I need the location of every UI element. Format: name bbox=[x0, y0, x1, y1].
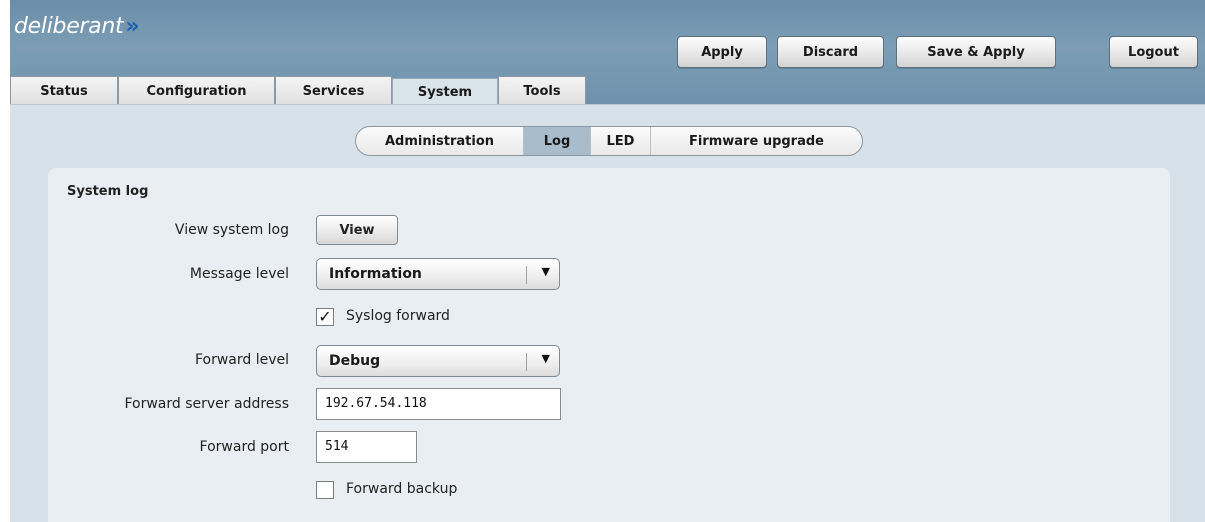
tab-system[interactable]: System bbox=[392, 78, 498, 106]
section-title: System log bbox=[67, 184, 149, 199]
syslog-forward-label: Syslog forward bbox=[346, 308, 450, 324]
message-level-select[interactable]: Information ▼ bbox=[316, 258, 560, 290]
tab-status[interactable]: Status bbox=[10, 76, 118, 105]
forward-server-input[interactable]: 192.67.54.118 bbox=[316, 388, 561, 420]
subtab-led[interactable]: LED bbox=[591, 127, 651, 155]
brand-logo: deliberant» bbox=[14, 14, 140, 39]
save-apply-button[interactable]: Save & Apply bbox=[896, 36, 1056, 68]
forward-backup-label: Forward backup bbox=[346, 481, 458, 497]
forward-level-select[interactable]: Debug ▼ bbox=[316, 345, 560, 377]
forward-level-value: Debug bbox=[329, 353, 381, 369]
subtab-administration[interactable]: Administration bbox=[356, 127, 524, 155]
select-separator bbox=[526, 353, 527, 371]
tab-services[interactable]: Services bbox=[275, 76, 392, 105]
view-log-label: View system log bbox=[174, 222, 289, 238]
tab-configuration[interactable]: Configuration bbox=[118, 76, 275, 105]
forward-level-label: Forward level bbox=[194, 352, 289, 368]
select-separator bbox=[526, 266, 527, 284]
discard-button[interactable]: Discard bbox=[777, 36, 884, 68]
brand-name: deliberant bbox=[14, 14, 124, 39]
forward-backup-checkbox[interactable] bbox=[316, 481, 334, 499]
message-level-label: Message level bbox=[189, 266, 289, 282]
brand-mark-icon: » bbox=[125, 14, 140, 39]
subtab-log[interactable]: Log bbox=[524, 127, 591, 155]
view-log-button[interactable]: View bbox=[316, 215, 398, 245]
forward-port-input[interactable]: 514 bbox=[316, 431, 417, 463]
forward-server-label: Forward server address bbox=[124, 396, 289, 412]
logout-button[interactable]: Logout bbox=[1109, 36, 1198, 68]
dropdown-arrow-icon: ▼ bbox=[541, 352, 550, 365]
sub-navigation: Administration Log LED Firmware upgrade bbox=[355, 126, 863, 156]
message-level-value: Information bbox=[329, 266, 422, 282]
apply-button[interactable]: Apply bbox=[677, 36, 767, 68]
subtab-firmware-upgrade[interactable]: Firmware upgrade bbox=[651, 127, 862, 155]
forward-port-label: Forward port bbox=[199, 439, 289, 455]
syslog-forward-checkbox[interactable]: ✓ bbox=[316, 308, 334, 326]
dropdown-arrow-icon: ▼ bbox=[541, 265, 550, 278]
tab-tools[interactable]: Tools bbox=[498, 76, 586, 105]
